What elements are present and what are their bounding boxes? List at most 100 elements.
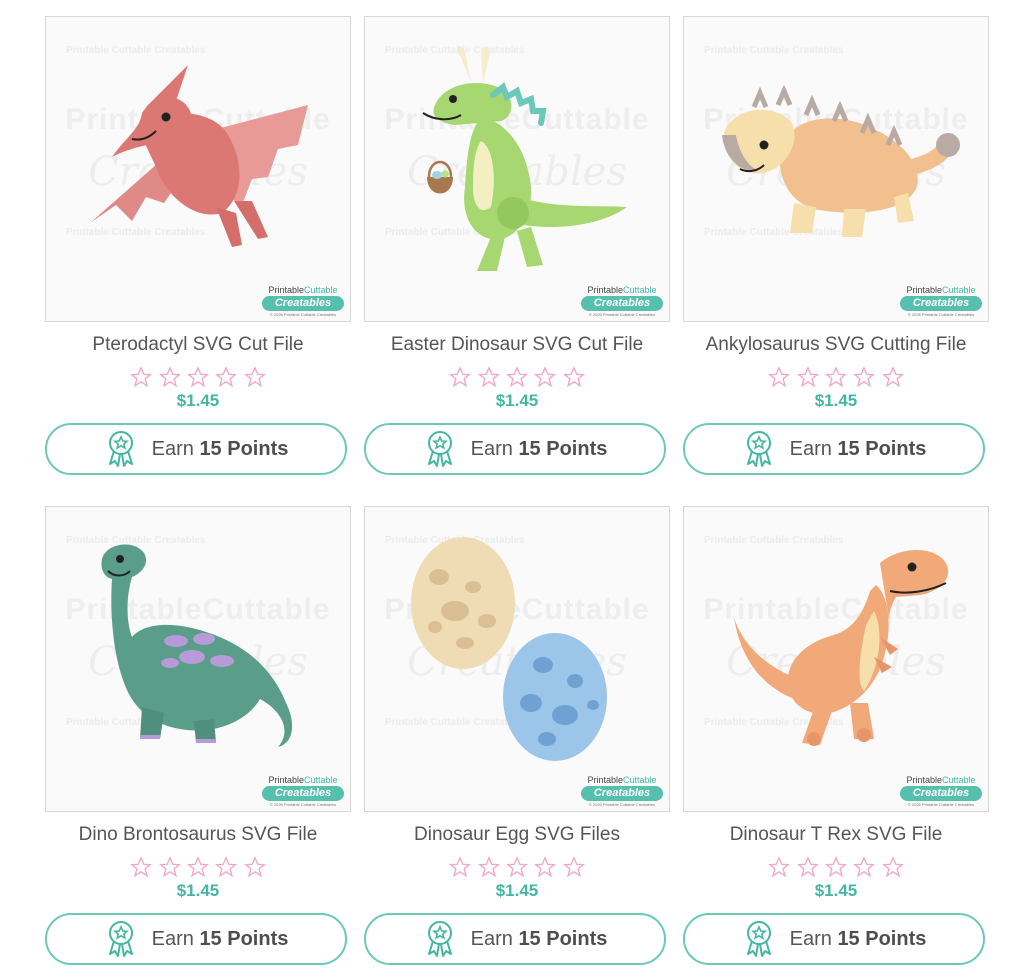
award-ribbon-icon	[746, 921, 771, 957]
star-outline-icon	[506, 366, 528, 388]
star-outline-icon	[243, 856, 266, 878]
star-outline-icon	[215, 856, 238, 878]
brand-copyright: © 2026 Printable Cuttable Creatables	[588, 312, 656, 317]
star-outline-icon	[158, 856, 181, 878]
star-outline-icon	[881, 856, 904, 878]
brand-line1-b: Cuttable	[304, 285, 338, 295]
brand-copyright: © 2026 Printable Cuttable Creatables	[907, 312, 975, 317]
star-outline-icon	[881, 366, 904, 388]
star-outline-icon	[534, 856, 557, 878]
earn-points-button[interactable]: Earn 15 Points	[364, 423, 666, 475]
brand-line1-a: Printable	[587, 775, 623, 785]
earn-label: Earn	[470, 927, 513, 950]
product-title[interactable]: Easter Dinosaur SVG Cut File	[364, 334, 670, 356]
brand-line1-a: Printable	[268, 775, 304, 785]
brand-logo: PrintableCuttable Creatables © 2026 Prin…	[262, 775, 344, 807]
brand-copyright: © 2026 Printable Cuttable Creatables	[588, 802, 656, 807]
product-price: $1.45	[495, 391, 539, 410]
product-card: PrintableCuttable Creatables Printable C…	[683, 506, 989, 965]
product-price: $1.45	[176, 881, 220, 900]
star-outline-icon	[796, 856, 819, 878]
star-rating	[683, 856, 989, 878]
star-rating	[45, 366, 351, 388]
earn-points-button[interactable]: Earn 15 Points	[45, 423, 347, 475]
star-outline-icon	[534, 366, 557, 388]
earn-points-button[interactable]: Earn 15 Points	[683, 913, 985, 965]
star-outline-icon	[449, 856, 472, 878]
product-price: $1.45	[176, 391, 220, 410]
brand-name: Creatables	[581, 296, 663, 311]
earn-label: Earn	[789, 927, 832, 950]
star-outline-icon	[215, 366, 238, 388]
earn-points-button[interactable]: Earn 15 Points	[364, 913, 666, 965]
star-outline-icon	[158, 366, 181, 388]
star-outline-icon	[449, 366, 472, 388]
earn-points-button[interactable]: Earn 15 Points	[45, 913, 347, 965]
product-title[interactable]: Pterodactyl SVG Cut File	[45, 334, 351, 356]
product-title[interactable]: Ankylosaurus SVG Cutting File	[683, 334, 989, 356]
brand-line1-b: Cuttable	[942, 285, 976, 295]
brand-line1-a: Printable	[906, 285, 942, 295]
star-outline-icon	[477, 856, 500, 878]
award-ribbon-icon	[427, 921, 452, 957]
brand-logo: PrintableCuttable Creatables © 2026 Prin…	[581, 775, 663, 807]
award-ribbon-icon	[746, 431, 771, 467]
product-title[interactable]: Dino Brontosaurus SVG File	[45, 824, 351, 846]
product-thumbnail[interactable]: PrintableCuttable Creatables Printable C…	[364, 506, 670, 812]
product-thumbnail[interactable]: PrintableCuttable Creatables Printable C…	[45, 506, 351, 812]
product-thumbnail[interactable]: PrintableCuttable Creatables Printable C…	[683, 506, 989, 812]
star-rating	[45, 856, 351, 878]
earn-label: Earn	[789, 437, 832, 460]
earn-points-value: 15 Points	[518, 927, 608, 950]
product-card: PrintableCuttable Creatables Printable C…	[364, 506, 670, 965]
earn-label: Earn	[151, 437, 194, 460]
brand-line1-a: Printable	[906, 775, 942, 785]
earn-points-value: 15 Points	[518, 437, 608, 460]
brand-logo: PrintableCuttable Creatables © 2026 Prin…	[900, 775, 982, 807]
product-card: PrintableCuttable Creatables Printable C…	[45, 16, 351, 475]
star-outline-icon	[506, 856, 528, 878]
star-outline-icon	[562, 856, 585, 878]
star-outline-icon	[187, 856, 209, 878]
dinosaur-eggs-illustration	[411, 537, 607, 761]
earn-points-value: 15 Points	[837, 437, 927, 460]
brand-line1-b: Cuttable	[623, 285, 657, 295]
brand-name: Creatables	[900, 786, 982, 801]
product-price: $1.45	[814, 881, 858, 900]
product-card: PrintableCuttable Creatables Printable C…	[364, 16, 670, 475]
brand-line1-b: Cuttable	[942, 775, 976, 785]
star-rating	[364, 366, 670, 388]
star-outline-icon	[243, 366, 266, 388]
earn-label: Earn	[470, 437, 513, 460]
brand-line1-a: Printable	[268, 285, 304, 295]
star-outline-icon	[825, 856, 847, 878]
brand-copyright: © 2026 Printable Cuttable Creatables	[269, 312, 337, 317]
t-rex-illustration	[734, 550, 949, 746]
product-price: $1.45	[495, 881, 539, 900]
award-ribbon-icon	[108, 921, 133, 957]
star-outline-icon	[768, 856, 791, 878]
star-outline-icon	[562, 366, 585, 388]
product-price: $1.45	[814, 391, 858, 410]
star-outline-icon	[768, 366, 791, 388]
product-thumbnail[interactable]: PrintableCuttable Creatables Printable C…	[364, 16, 670, 322]
brand-line1-b: Cuttable	[623, 775, 657, 785]
star-outline-icon	[825, 366, 847, 388]
product-thumbnail[interactable]: PrintableCuttable Creatables Printable C…	[45, 16, 351, 322]
product-title[interactable]: Dinosaur Egg SVG Files	[364, 824, 670, 846]
product-thumbnail[interactable]: PrintableCuttable Creatables Printable C…	[683, 16, 989, 322]
brand-line1-a: Printable	[587, 285, 623, 295]
brontosaurus-illustration	[101, 544, 293, 747]
award-ribbon-icon	[427, 431, 452, 467]
brand-name: Creatables	[262, 786, 344, 801]
brand-copyright: © 2026 Printable Cuttable Creatables	[269, 802, 337, 807]
product-title[interactable]: Dinosaur T Rex SVG File	[683, 824, 989, 846]
ankylosaurus-illustration	[722, 84, 960, 237]
earn-points-value: 15 Points	[199, 437, 289, 460]
earn-points-button[interactable]: Earn 15 Points	[683, 423, 985, 475]
pterodactyl-illustration	[90, 65, 308, 247]
brand-name: Creatables	[262, 296, 344, 311]
star-outline-icon	[130, 366, 153, 388]
product-grid: Printable Cuttable Creatables Printable C…	[0, 0, 1024, 980]
star-outline-icon	[796, 366, 819, 388]
